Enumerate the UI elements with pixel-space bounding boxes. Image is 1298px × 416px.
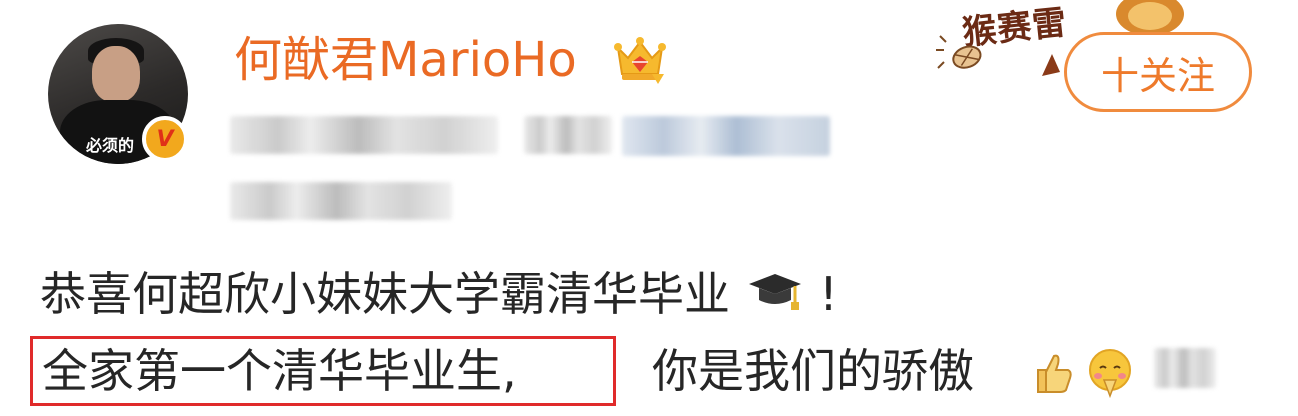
blurred-extra-info (230, 182, 452, 220)
firecracker-icon (936, 35, 982, 69)
highlighted-text: 全家第一个清华毕业生, (42, 344, 517, 398)
blurred-timestamp (230, 116, 498, 154)
verified-mark: V (156, 126, 174, 152)
blurred-source-link (622, 116, 830, 156)
post-text-line-1: 恭喜何超欣小妹妹大学霸清华毕业 ! (40, 270, 838, 317)
follow-button[interactable]: 十关注 (1064, 32, 1252, 112)
avatar-person-head (92, 46, 140, 102)
verified-badge-icon: V (142, 116, 188, 162)
praying-face-emoji-icon (1089, 349, 1131, 399)
thumbs-up-emoji-icon (1037, 354, 1072, 393)
post-text-line-2: 你是我们的骄傲 (652, 344, 974, 398)
avatar-caption: 必须的 (86, 136, 135, 155)
post-line-1-end: ! (819, 267, 838, 321)
crown-icon (614, 37, 666, 84)
username-link[interactable]: 何猷君MarioHo (234, 36, 577, 84)
post-line-1-text: 恭喜何超欣小妹妹大学霸清华毕业 (40, 267, 730, 321)
graduation-cap-icon (748, 274, 801, 310)
blurred-emoji (1154, 348, 1216, 388)
blurred-source (524, 116, 612, 154)
